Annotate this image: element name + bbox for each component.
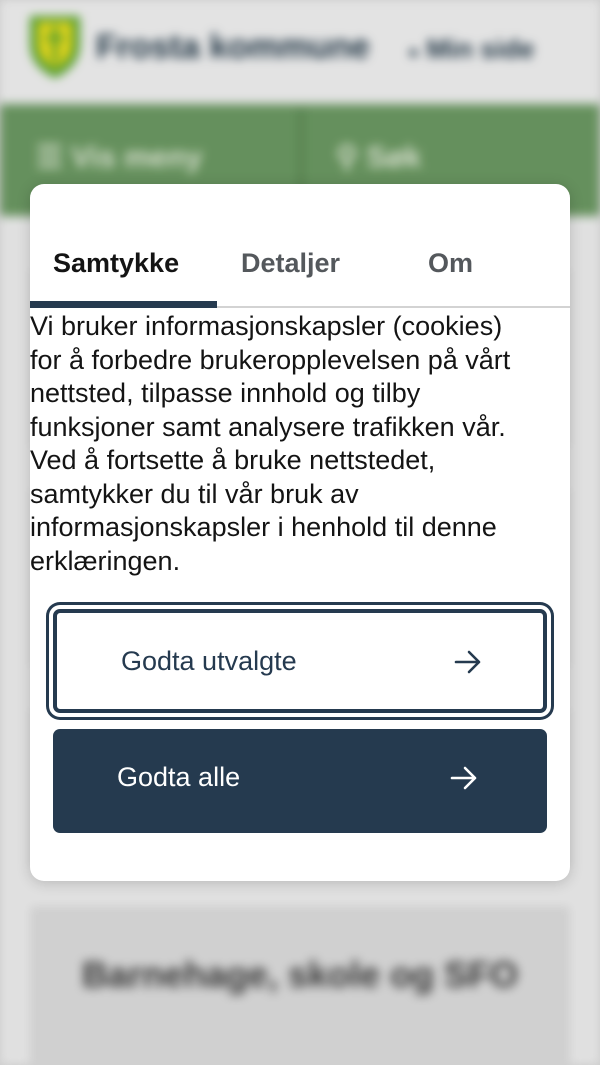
consent-tabs: Samtykke Detaljer Om <box>30 184 570 308</box>
accept-all-button[interactable]: Godta alle <box>53 729 547 833</box>
tab-consent[interactable]: Samtykke <box>53 248 179 279</box>
tab-about[interactable]: Om <box>428 248 473 279</box>
accept-all-label: Godta alle <box>117 762 241 792</box>
consent-text-line: erklæringen. <box>30 545 181 576</box>
arrow-right-icon <box>450 766 477 790</box>
consent-text-line: funksjoner samt analysere trafikken vår. <box>30 411 506 442</box>
consent-text-line: Ved å fortsette å bruke nettstedet, <box>30 445 436 475</box>
arrow-right-icon <box>454 650 481 674</box>
consent-text-line: informasjonskapsler i henhold til denne <box>30 512 497 542</box>
cookie-consent-dialog: Samtykke Detaljer Om Vi bruker informasj… <box>30 184 570 881</box>
accept-selected-button[interactable]: Godta utvalgte <box>53 609 547 713</box>
consent-text-line: nettsted, tilpasse innhold og tilby <box>30 378 421 408</box>
consent-text-line: for å forbedre brukeropplevelsen på vårt <box>30 344 511 375</box>
accept-selected-label: Godta utvalgte <box>121 646 297 676</box>
consent-text-line: Vi bruker informasjonskapsler (cookies) <box>30 311 503 341</box>
consent-text-line: samtykker du til vår bruk av <box>30 478 359 509</box>
tab-details[interactable]: Detaljer <box>241 248 340 279</box>
consent-text: Vi bruker informasjonskapsler (cookies) … <box>30 310 570 578</box>
active-tab-indicator <box>30 301 217 308</box>
